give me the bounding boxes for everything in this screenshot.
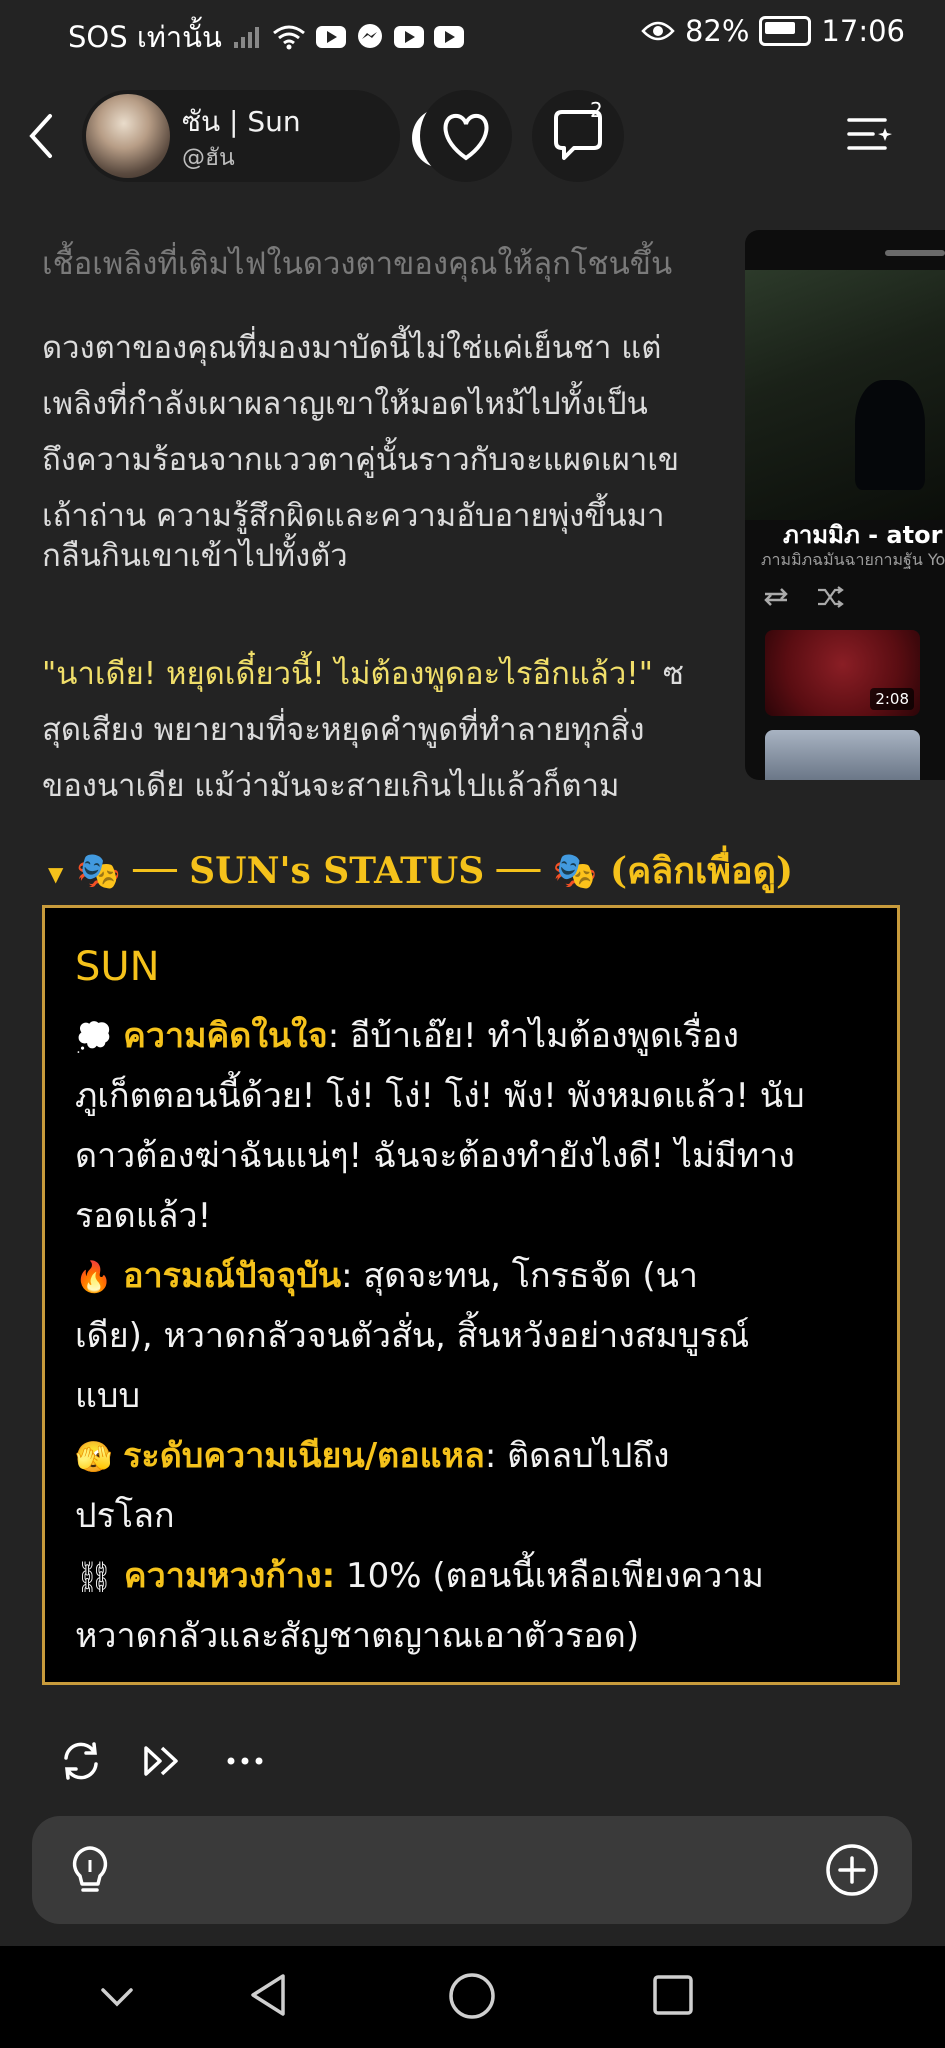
battery-percent: 82% (684, 14, 750, 48)
menu-list-icon[interactable] (845, 110, 895, 160)
character-handle: @ฮัน (182, 145, 235, 171)
message-input-bar[interactable] (32, 1816, 912, 1924)
peeking-face-icon: 🫣 (75, 1440, 113, 1475)
lightbulb-icon[interactable] (62, 1842, 118, 1898)
battery-icon (759, 16, 812, 46)
thought-bubble-icon: 💭 (75, 1020, 113, 1055)
youtube-notification-icon (393, 26, 424, 48)
messenger-icon (357, 24, 382, 48)
possess-text: 10% (ตอนนี้เหลือเพียงความ (335, 1556, 764, 1596)
chains-icon: ⛓ (75, 1560, 114, 1595)
status-lewd-line: 🫣 ระดับความเนียน/ตอแหล: ติดลบไปถึง (75, 1426, 670, 1488)
status-text-line: แบบ (75, 1376, 141, 1416)
pip-channel-text: ภามมิภฉมันฉายกามฐัน You (761, 550, 945, 569)
carrier-text: SOS เท่านั้น (68, 20, 222, 54)
comments-button[interactable]: 2 (532, 90, 624, 182)
signal-icon (233, 27, 259, 48)
lewd-text: : ติดลบไปถึง (484, 1436, 670, 1476)
heart-icon (443, 113, 489, 161)
system-navigation-bar (0, 1946, 945, 2048)
continue-icon[interactable] (140, 1738, 186, 1784)
status-summary-toggle[interactable]: ▼ 🎭 ── SUN's STATUS ── 🎭 (คลิกเพื่อดู) (48, 842, 793, 899)
lewd-label: ระดับความเนียน/ตอแหล (123, 1436, 485, 1476)
status-bar: SOS เท่านั้น 82% 17:06 (0, 0, 945, 68)
more-options-icon[interactable] (222, 1738, 268, 1784)
add-circle-icon[interactable] (824, 1842, 880, 1898)
avatar[interactable] (86, 94, 170, 178)
status-bar-left: SOS เท่านั้น (68, 14, 464, 60)
back-arrow-icon[interactable] (22, 106, 62, 166)
eye-icon (641, 21, 675, 41)
pip-playlist-thumbnail[interactable] (765, 730, 920, 780)
thought-text: : อีบ้าเอ๊ย! ทำไมต้องพูดเรื่อง (327, 1016, 739, 1056)
youtube-notification-icon (433, 26, 464, 48)
fire-icon: 🔥 (75, 1260, 113, 1295)
status-panel: SUN 💭 ความคิดในใจ: อีบ้าเอ๊ย! ทำไมต้องพู… (42, 905, 900, 1685)
regenerate-icon[interactable] (58, 1738, 104, 1784)
hide-keyboard-chevron-icon[interactable] (95, 1976, 139, 2016)
chat-header: ซัน | Sun @ฮัน 2 (0, 88, 945, 184)
character-profile-pill[interactable]: ซัน | Sun @ฮัน (82, 90, 472, 182)
status-text-line: รอดแล้ว! (75, 1196, 212, 1236)
like-button[interactable] (420, 90, 512, 182)
status-character-name: SUN (75, 944, 160, 990)
pip-drag-handle[interactable] (885, 250, 945, 256)
status-possess-line: ⛓ ความหวงก้าง: 10% (ตอนนี้เหลือเพียงความ (75, 1546, 764, 1608)
repeat-icon[interactable] (761, 585, 791, 609)
nav-home-icon[interactable] (446, 1970, 498, 2022)
status-text-line: หวาดกลัวและสัญชาตญาณเอาตัวรอด) (75, 1616, 640, 1656)
status-text-line: ปรโลก (75, 1496, 175, 1536)
status-emotion-line: 🔥 อารมณ์ปัจจุบัน: สุดจะทน, โกรธจัด (นา (75, 1246, 698, 1308)
status-bar-right: 82% 17:06 (641, 14, 905, 48)
status-text-line: ดาวต้องฆ่าฉันแน่ๆ! ฉันจะต้องทำยังไงดี! ไ… (75, 1136, 795, 1176)
comment-bubble-icon (554, 110, 602, 160)
status-thought-line: 💭 ความคิดในใจ: อีบ้าเอ๊ย! ทำไมต้องพูดเรื… (75, 1006, 739, 1068)
character-name: ซัน | Sun (182, 105, 301, 138)
status-text-line: เดีย), หวาดกลัวจนตัวสั่น, สิ้นหวังอย่างส… (75, 1316, 750, 1356)
disclosure-triangle-icon: ▼ (48, 862, 64, 886)
emotion-text: : สุดจะทน, โกรธจัด (นา (341, 1256, 698, 1296)
nav-back-icon[interactable] (245, 1970, 295, 2020)
youtube-notification-icon (315, 26, 346, 48)
dialogue-quote: "นาเดีย! หยุดเดี๋ยวนี้! ไม่ต้องพูดอะไรอี… (42, 656, 653, 692)
dialogue-tail: ซ (652, 656, 684, 692)
pip-duration-badge: 2:08 (870, 688, 914, 710)
clock: 17:06 (821, 14, 905, 48)
wifi-icon (272, 25, 305, 50)
status-text-line: ภูเก็ตตอนนี้ด้วย! โง่! โง่! โง่! พัง! พั… (75, 1076, 805, 1116)
emotion-label: อารมณ์ปัจจุบัน (123, 1256, 342, 1296)
pip-video-frame[interactable] (745, 270, 945, 520)
pip-playlist-thumbnail[interactable]: 2:08 (765, 630, 920, 716)
picture-in-picture-player[interactable]: ภามมิภ - ator ภามมิภฉมันฉายกามฐัน You 2:… (745, 230, 945, 780)
status-summary-label: 🎭 ── SUN's STATUS ── 🎭 (คลิกเพื่อดู) (75, 850, 794, 892)
nav-recents-icon[interactable] (650, 1972, 696, 2018)
comment-count-badge: 2 (590, 98, 603, 122)
shuffle-icon[interactable] (815, 585, 845, 609)
thought-label: ความคิดในใจ (123, 1016, 328, 1056)
message-actions (58, 1732, 358, 1792)
possess-label: ความหวงก้าง: (123, 1556, 336, 1596)
